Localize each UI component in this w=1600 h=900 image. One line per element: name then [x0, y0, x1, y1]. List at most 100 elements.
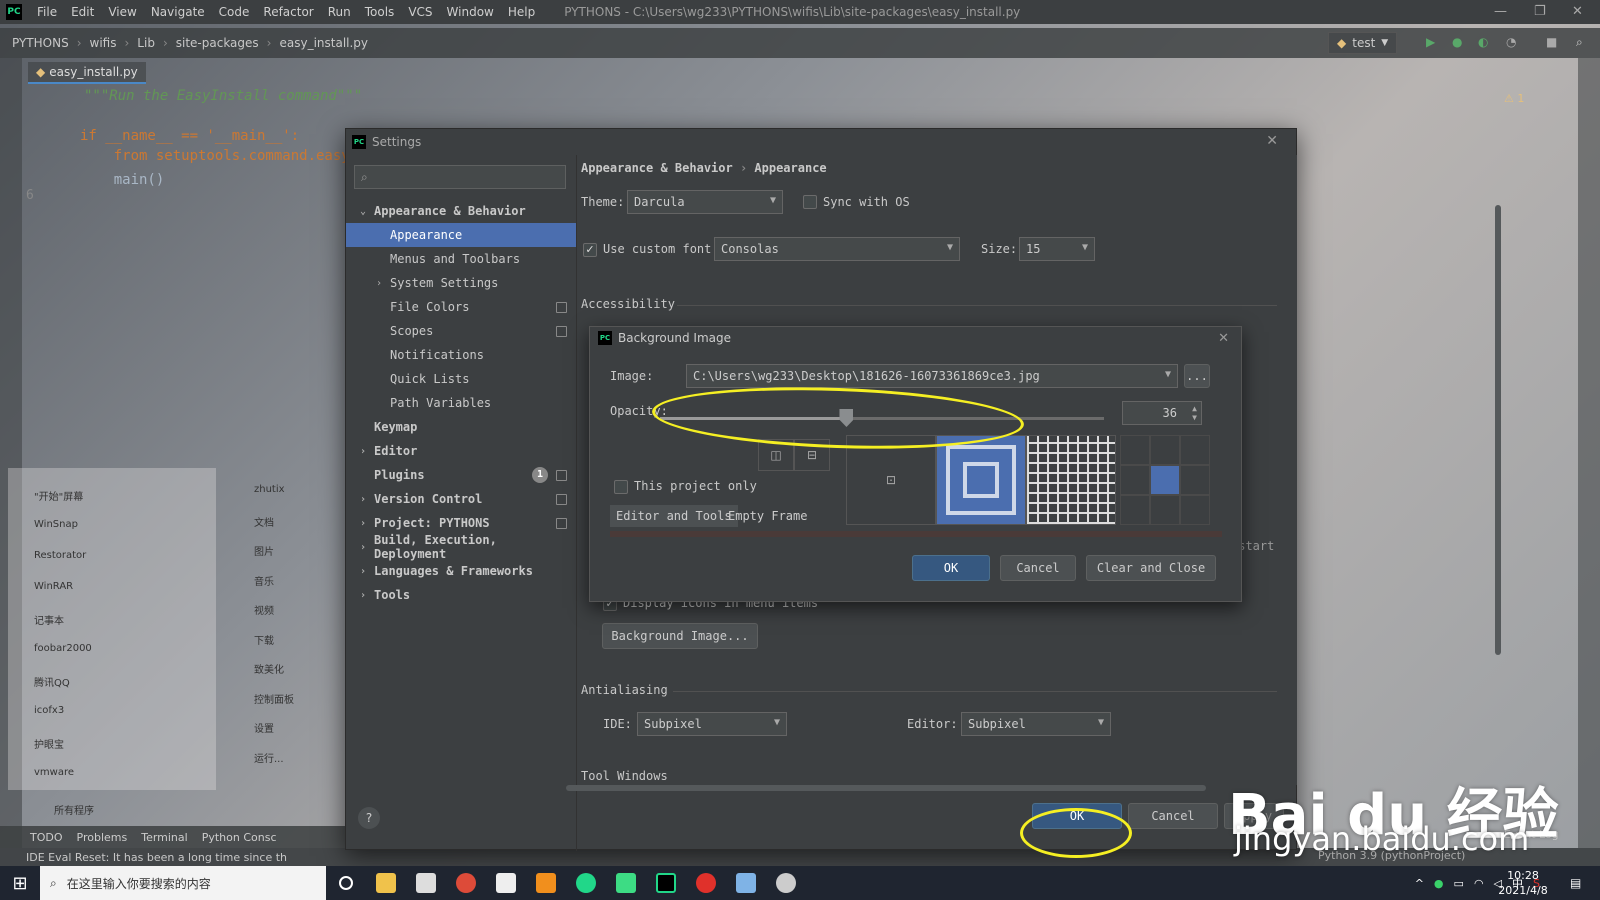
editor-tab[interactable]: ◆ easy_install.py	[28, 62, 146, 84]
menu-tools[interactable]: Tools	[358, 5, 402, 19]
tree-item-version-control[interactable]: › Version Control	[346, 487, 576, 511]
battery-icon[interactable]: ▭	[1454, 877, 1464, 890]
tree-item-keymap[interactable]: Keymap	[346, 415, 576, 439]
tool-terminal[interactable]: Terminal	[141, 831, 188, 844]
horizontal-scrollbar[interactable]	[566, 785, 1206, 791]
this-project-only-checkbox[interactable]	[614, 480, 628, 494]
chevron-right-icon[interactable]: ›	[372, 278, 386, 289]
chevron-down-icon[interactable]: ⌄	[356, 206, 370, 217]
settings-search-input[interactable]: ⌕	[354, 165, 566, 189]
chevron-right-icon[interactable]: ›	[356, 518, 370, 529]
start-menu-item[interactable]: WinRAR	[34, 581, 73, 592]
clear-and-close-button[interactable]: Clear and Close	[1086, 555, 1216, 581]
mail-icon[interactable]	[406, 866, 446, 900]
chevron-right-icon[interactable]: ›	[356, 590, 370, 601]
run-icon[interactable]: ▶	[1426, 35, 1440, 49]
breadcrumb-project[interactable]: PYTHONS	[12, 36, 69, 50]
font-size-select[interactable]: 15 ▼	[1019, 237, 1095, 261]
obs-icon[interactable]	[566, 866, 606, 900]
font-select[interactable]: Consolas ▼	[714, 237, 960, 261]
start-menu-item[interactable]: "开始"屏幕	[34, 488, 83, 503]
start-menu-link[interactable]: 图片	[254, 543, 274, 558]
tree-item-editor[interactable]: › Editor	[346, 439, 576, 463]
settings-cancel-button[interactable]: Cancel	[1128, 803, 1218, 829]
notepad-icon[interactable]	[726, 866, 766, 900]
menu-run[interactable]: Run	[321, 5, 358, 19]
menu-edit[interactable]: Edit	[64, 5, 101, 19]
help-button[interactable]: ?	[358, 807, 380, 829]
anchor-cell[interactable]	[1150, 435, 1180, 465]
tree-item-tools[interactable]: › Tools	[346, 583, 576, 607]
sublime-icon[interactable]	[526, 866, 566, 900]
menu-help[interactable]: Help	[501, 5, 542, 19]
anchor-cell[interactable]	[1180, 465, 1210, 495]
idea-icon[interactable]	[606, 866, 646, 900]
tree-item-notifications[interactable]: Notifications	[346, 343, 576, 367]
background-image-button[interactable]: Background Image...	[602, 623, 758, 649]
restore-icon[interactable]: ❐	[1534, 4, 1546, 19]
bg-cancel-button[interactable]: Cancel	[1000, 555, 1076, 581]
qq-icon[interactable]	[766, 866, 806, 900]
wechat-icon[interactable]: ●	[1434, 877, 1444, 890]
scale-placement-icon[interactable]	[936, 435, 1026, 525]
coverage-icon[interactable]: ◐	[1478, 35, 1492, 49]
browse-button[interactable]: ...	[1184, 364, 1210, 388]
theme-select[interactable]: Darcula ▼	[627, 190, 783, 214]
breadcrumb-site-packages[interactable]: site-packages	[176, 36, 259, 50]
tree-item-appearance[interactable]: Appearance	[346, 223, 576, 247]
start-menu-item[interactable]: 护眼宝	[34, 736, 64, 751]
start-menu-item[interactable]: 记事本	[34, 612, 64, 627]
code-line-import[interactable]: from setuptools.command.easy	[80, 148, 350, 164]
start-menu-item[interactable]: icofx3	[34, 705, 64, 716]
opacity-spinner[interactable]: 36 ▲ ▼	[1122, 401, 1202, 425]
tool-problems[interactable]: Problems	[77, 831, 128, 844]
pycharm-taskbar-icon[interactable]	[646, 866, 686, 900]
menu-vcs[interactable]: VCS	[401, 5, 439, 19]
tab-empty-frame[interactable]: Empty Frame	[722, 505, 813, 527]
custom-font-checkbox[interactable]: ✓	[583, 243, 597, 257]
bg-ok-button[interactable]: OK	[912, 555, 990, 581]
run-config-selector[interactable]: ◆ test ▼	[1328, 32, 1398, 54]
start-menu-item[interactable]: WinSnap	[34, 519, 78, 530]
typora-icon[interactable]	[486, 866, 526, 900]
breadcrumb-parent[interactable]: Appearance & Behavior	[581, 161, 733, 175]
windows-start-icon[interactable]: ⊞	[0, 866, 40, 900]
debug-icon[interactable]: ●	[1452, 35, 1466, 49]
start-menu-link[interactable]: 下载	[254, 632, 274, 647]
tree-item-system-settings[interactable]: › System Settings	[346, 271, 576, 295]
search-everywhere-icon[interactable]: ⌕	[1576, 35, 1590, 49]
close-icon[interactable]: ✕	[1572, 4, 1583, 19]
spinner-arrows-icon[interactable]: ▲ ▼	[1192, 404, 1197, 422]
tree-item-quick-lists[interactable]: Quick Lists	[346, 367, 576, 391]
start-menu-item[interactable]: vmware	[34, 767, 74, 778]
chevron-right-icon[interactable]: ›	[356, 494, 370, 505]
wifi-icon[interactable]: ◠	[1474, 877, 1484, 890]
start-menu-item[interactable]: 腾讯QQ	[34, 674, 70, 689]
file-explorer-icon[interactable]	[366, 866, 406, 900]
image-path-input[interactable]: C:\Users\wg233\Desktop\181626-1607336186…	[686, 364, 1178, 388]
stop-icon[interactable]: ■	[1546, 35, 1560, 49]
tool-todo[interactable]: TODO	[30, 831, 63, 844]
chevron-right-icon[interactable]: ›	[356, 542, 370, 553]
tool-python-console[interactable]: Python Consc	[202, 831, 277, 844]
profile-icon[interactable]: ◔	[1506, 35, 1520, 49]
start-menu-link[interactable]: 运行...	[254, 750, 284, 765]
tree-item-path-variables[interactable]: Path Variables	[346, 391, 576, 415]
status-message[interactable]: IDE Eval Reset: It has been a long time …	[26, 851, 287, 864]
menu-code[interactable]: Code	[212, 5, 257, 19]
chevron-right-icon[interactable]: ›	[356, 446, 370, 457]
taskbar-search-input[interactable]: ⌕ 在这里输入你要搜索的内容	[40, 866, 326, 900]
code-line-main[interactable]: main()	[80, 172, 165, 188]
start-menu-item[interactable]: Restorator	[34, 550, 86, 561]
close-icon[interactable]: ✕	[1266, 133, 1278, 149]
editor-aa-select[interactable]: Subpixel ▼	[961, 712, 1111, 736]
breadcrumb-file[interactable]: easy_install.py	[279, 36, 368, 50]
chevron-up-icon[interactable]: ^	[1415, 877, 1424, 890]
anchor-cell[interactable]	[1150, 495, 1180, 525]
anchor-cell[interactable]	[1120, 435, 1150, 465]
taskbar-clock[interactable]: 10:28 2021/4/8	[1488, 868, 1558, 898]
start-menu-link[interactable]: 控制面板	[254, 691, 294, 706]
tree-item-build-execution-deployment[interactable]: › Build, Execution, Deployment	[346, 533, 576, 561]
menu-navigate[interactable]: Navigate	[144, 5, 212, 19]
tree-item-scopes[interactable]: Scopes	[346, 319, 576, 343]
